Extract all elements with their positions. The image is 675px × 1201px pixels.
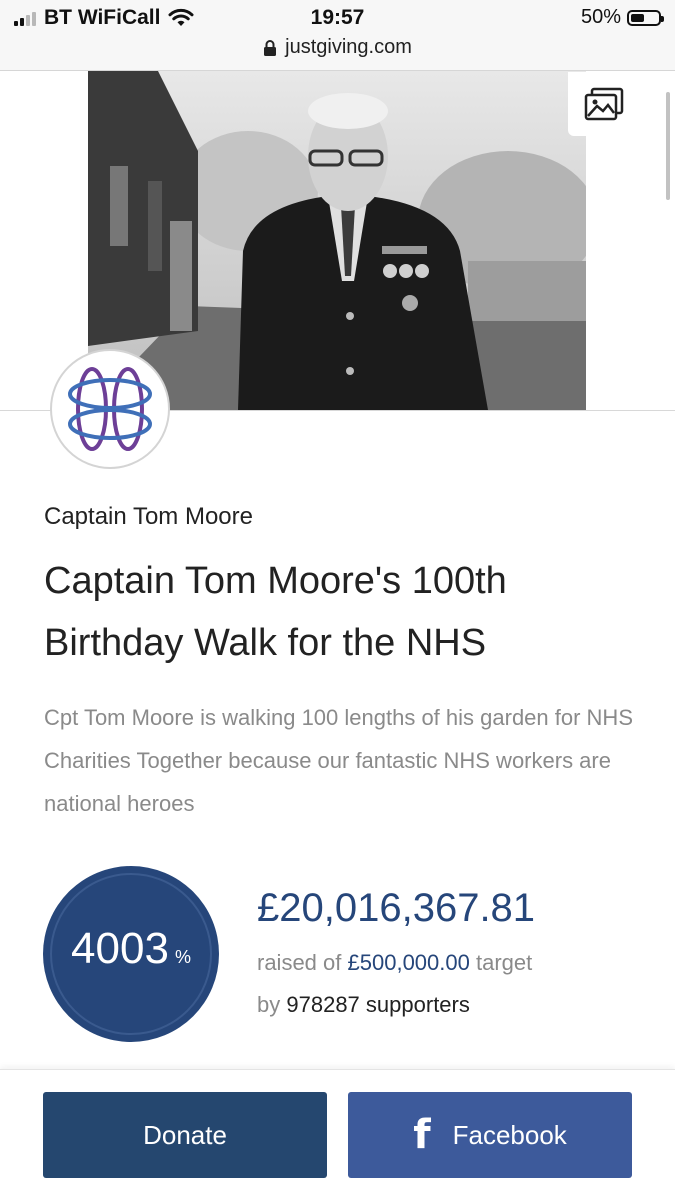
gallery-icon	[584, 87, 624, 121]
url-text: justgiving.com	[285, 36, 412, 58]
progress-percent: 4003	[71, 924, 169, 973]
battery-icon	[627, 9, 664, 26]
page-owner: Captain Tom Moore	[44, 503, 253, 530]
progress-circle: 4003%	[43, 866, 219, 1042]
charity-logo	[50, 349, 170, 469]
supporters-line: by 978287 supporters	[257, 992, 470, 1017]
supporters-count: 978287	[286, 992, 360, 1017]
facebook-label: Facebook	[452, 1119, 567, 1150]
scrollbar[interactable]	[666, 92, 670, 200]
target-line: raised of £500,000.00 target	[257, 950, 533, 975]
battery-status: 50%	[580, 6, 664, 29]
clock: 19:57	[310, 6, 365, 29]
hero-image	[88, 71, 586, 410]
donate-label: Donate	[143, 1119, 227, 1150]
amount-raised: £20,016,367.81	[257, 886, 536, 930]
facebook-icon: f	[413, 1112, 431, 1158]
status-bar: BT WiFiCall 19:57 50% justgiving.com	[0, 0, 675, 71]
page-title: Captain Tom Moore's 100th Birthday Walk …	[44, 560, 507, 664]
percent-sign: %	[174, 947, 191, 967]
facebook-share-button[interactable]: f Facebook	[348, 1092, 632, 1178]
supporters-label: supporters	[365, 992, 470, 1017]
address-bar[interactable]: justgiving.com	[0, 36, 675, 59]
gallery-button[interactable]	[568, 72, 640, 136]
lock-icon	[264, 39, 277, 56]
donate-button[interactable]: Donate	[43, 1092, 327, 1178]
battery-percent: 50%	[580, 6, 621, 28]
page-description: Cpt Tom Moore is walking 100 lengths of …	[44, 705, 633, 816]
target-amount: £500,000.00	[347, 950, 470, 975]
